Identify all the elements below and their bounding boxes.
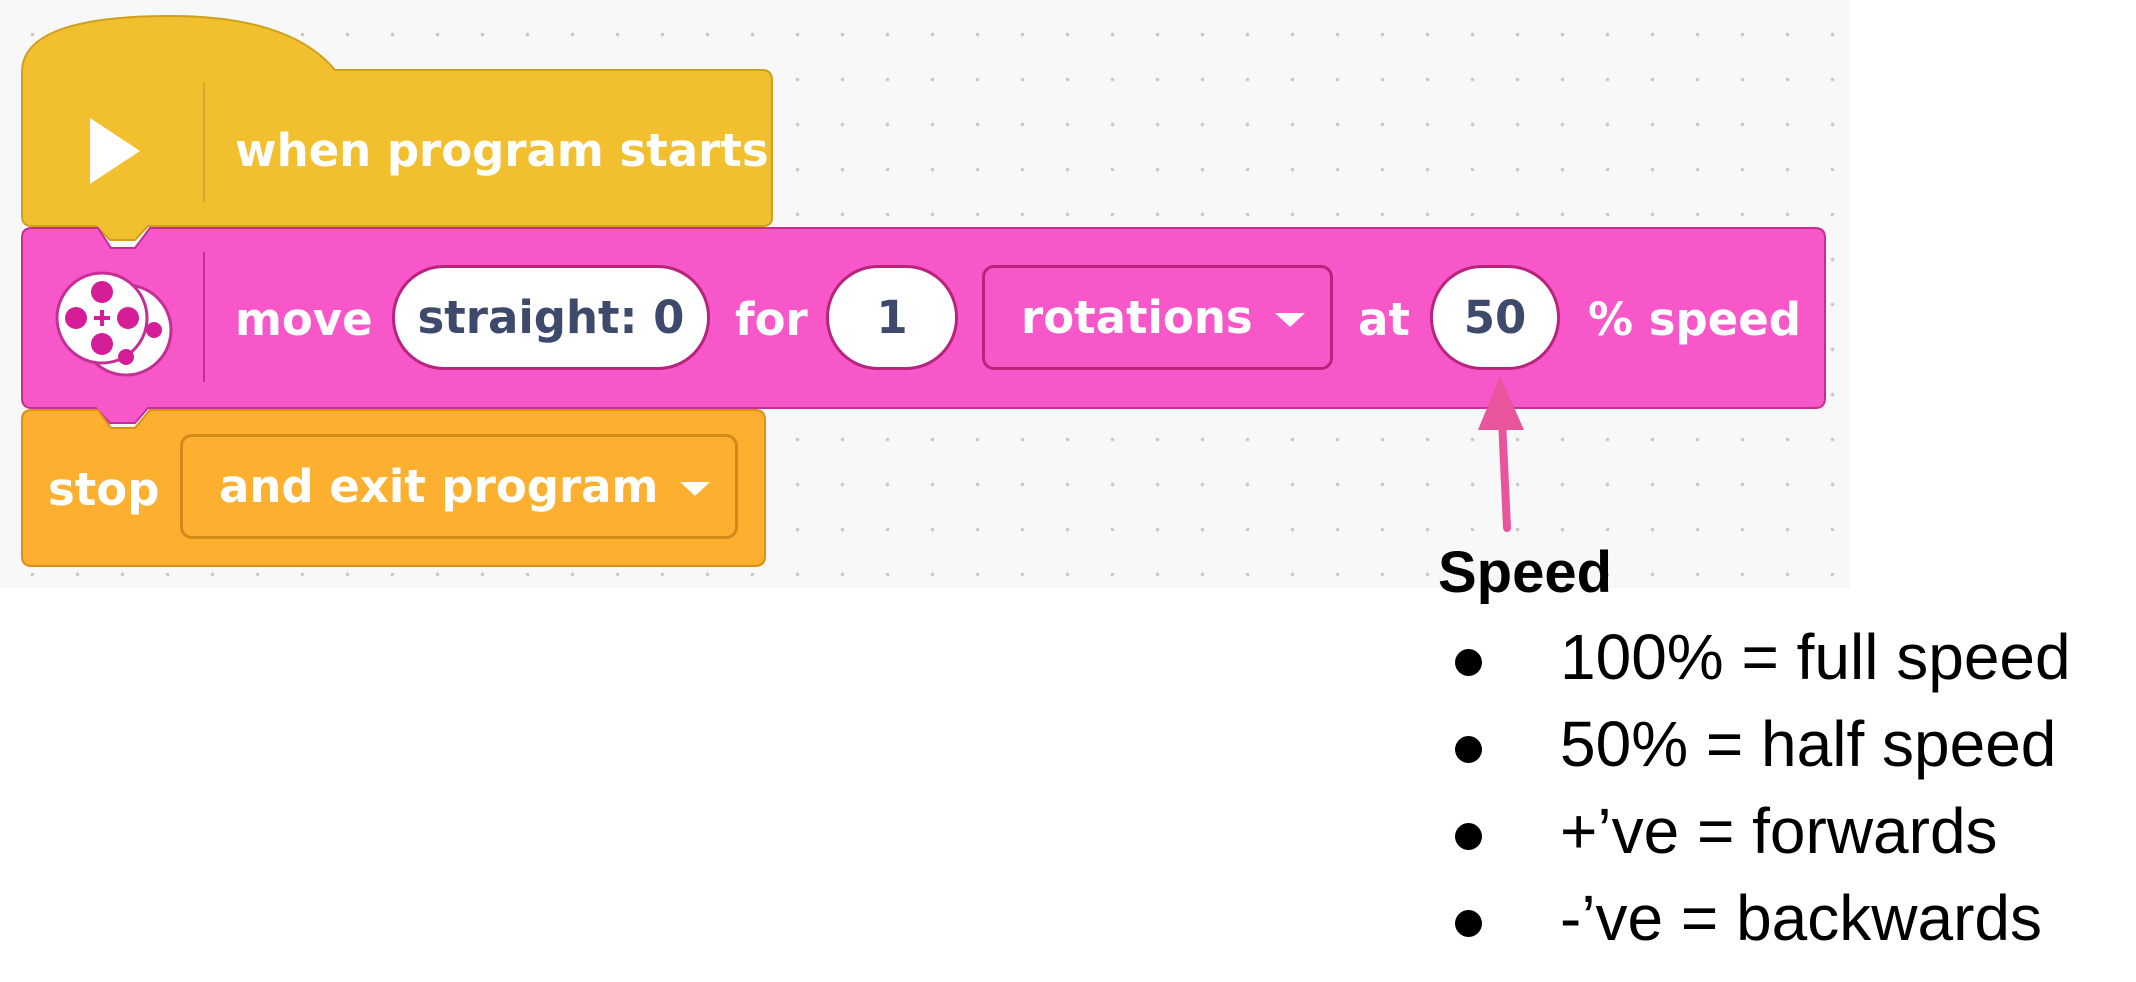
stop-option-dropdown[interactable]: and exit program bbox=[180, 434, 738, 539]
event-divider bbox=[203, 82, 205, 202]
motor-pair-icon bbox=[55, 271, 173, 377]
annotation-title: Speed bbox=[1438, 540, 1613, 605]
move-divider bbox=[203, 252, 205, 382]
speed-input[interactable]: 50 bbox=[1430, 265, 1560, 370]
move-label: move bbox=[235, 293, 373, 346]
unit-dropdown-value: rotations bbox=[1021, 291, 1253, 344]
chevron-down-icon bbox=[1274, 312, 1305, 327]
bullet-icon bbox=[1455, 649, 1482, 676]
chevron-down-icon bbox=[680, 481, 711, 496]
amount-input[interactable]: 1 bbox=[826, 265, 958, 370]
at-label: at bbox=[1358, 293, 1410, 346]
unit-dropdown[interactable]: rotations bbox=[982, 265, 1333, 370]
speed-label: % speed bbox=[1588, 293, 1802, 346]
play-icon bbox=[90, 118, 140, 184]
steering-input[interactable]: straight: 0 bbox=[392, 265, 710, 370]
bullet-icon bbox=[1455, 736, 1482, 763]
stop-option-value: and exit program bbox=[219, 460, 659, 513]
for-label: for bbox=[735, 293, 808, 346]
stop-label: stop bbox=[48, 463, 160, 516]
event-label: when program starts bbox=[235, 124, 769, 177]
bullet-icon bbox=[1455, 910, 1482, 937]
bullet-icon bbox=[1455, 823, 1482, 850]
